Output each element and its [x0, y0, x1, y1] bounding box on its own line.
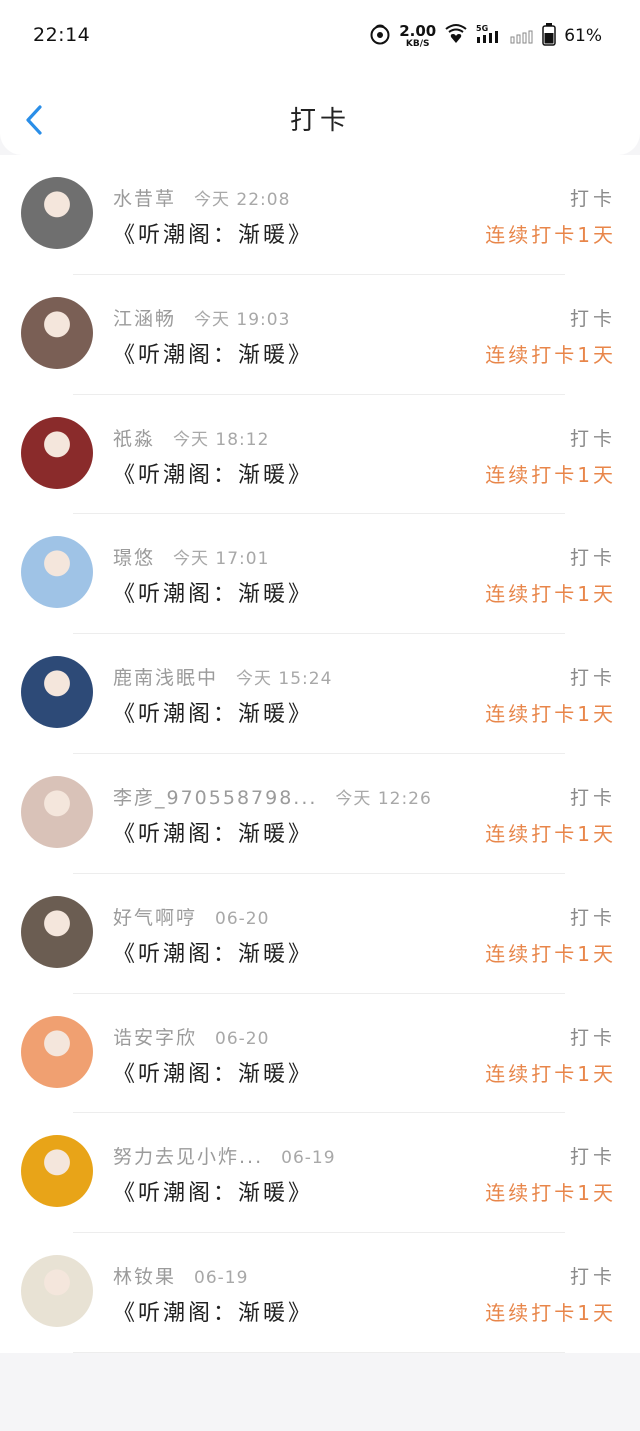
- avatar[interactable]: [21, 1255, 93, 1328]
- checkin-time: 今天 17:01: [173, 549, 270, 570]
- user-name[interactable]: 诰安字欣 06-20: [113, 1023, 269, 1050]
- book-title: 《听潮阁：渐暖》: [113, 1061, 314, 1087]
- user-name-text: 努力去见小炸...: [113, 1146, 264, 1169]
- user-name-text: 好气啊哼: [113, 906, 198, 929]
- status-icons: 2.00 KB/S 5G 61%: [369, 22, 602, 50]
- action-label: 打卡: [569, 1266, 616, 1289]
- book-title: 《听潮阁：渐暖》: [113, 223, 314, 248]
- nav-bar: 打卡: [0, 76, 640, 155]
- avatar[interactable]: [21, 1135, 93, 1208]
- net-speed: 2.00 KB/S: [399, 21, 437, 49]
- user-name[interactable]: 祇淼 今天 18:12: [113, 424, 269, 451]
- checkin-time: 06-19: [281, 1148, 336, 1169]
- list-item[interactable]: 江涵畅 今天 19:03 打卡《听潮阁：渐暖》 连续打卡1天: [0, 275, 640, 395]
- book-title: 《听潮阁：渐暖》: [113, 462, 314, 488]
- list-item[interactable]: 鹿南浅眠中 今天 15:24 打卡《听潮阁：渐暖》 连续打卡1天: [0, 634, 640, 754]
- streak-label: 连续打卡1天: [485, 1181, 616, 1206]
- action-label: 打卡: [569, 188, 616, 210]
- user-name-text: 诰安字欣: [113, 1026, 198, 1049]
- action-label: 打卡: [569, 547, 616, 570]
- action-label: 打卡: [569, 307, 616, 330]
- signal-secondary-icon: [510, 23, 534, 49]
- streak-label: 连续打卡1天: [485, 1301, 616, 1326]
- streak-label: 连续打卡1天: [485, 1061, 616, 1086]
- app-notification-icon: [369, 23, 391, 49]
- user-name[interactable]: 林钕果 06-19: [113, 1262, 248, 1289]
- checkin-list: 水昔草 今天 22:08 打卡 《听潮阁：渐暖》 连续打卡1天 江涵畅 今天 19:03 打卡…: [0, 155, 640, 1353]
- book-title: 《听潮阁：渐暖》: [113, 941, 314, 967]
- status-time: 22:14: [33, 24, 91, 46]
- user-name[interactable]: 璟悠 今天 17:01: [113, 543, 269, 570]
- streak-label: 连续打卡1天: [485, 821, 616, 846]
- divider: [73, 1351, 565, 1353]
- checkin-time: 今天 19:03: [194, 309, 291, 330]
- book-title: 《听潮阁：渐暖》: [113, 702, 314, 728]
- checkin-time: 今天 18:12: [173, 429, 270, 450]
- checkin-time: 06-19: [194, 1268, 249, 1289]
- streak-label: 连续打卡1天: [485, 702, 616, 727]
- user-name[interactable]: 好气啊哼 06-20: [113, 903, 269, 930]
- list-item[interactable]: 努力去见小炸... 06-19 打卡《听潮阁：渐暖》 连续打卡1天: [0, 1113, 640, 1234]
- streak-label: 连续打卡1天: [485, 223, 616, 247]
- checkin-time: 06-20: [215, 908, 270, 929]
- avatar[interactable]: [21, 775, 93, 848]
- network-label: 5G: [476, 24, 488, 33]
- action-label: 打卡: [569, 667, 616, 690]
- user-name-text: 江涵畅: [113, 307, 177, 330]
- avatar[interactable]: [21, 296, 93, 369]
- action-label: 打卡: [569, 786, 616, 809]
- checkin-time: 今天 12:26: [335, 788, 432, 809]
- signal-5g-icon: 5G: [476, 23, 502, 49]
- checkin-time: 今天 22:08: [194, 190, 291, 210]
- user-name-text: 水昔草: [113, 188, 177, 210]
- action-label: 打卡: [569, 427, 616, 450]
- list-item[interactable]: 好气啊哼 06-20 打卡《听潮阁：渐暖》 连续打卡1天: [0, 874, 640, 994]
- status-bar: 22:14 2.00 KB/S 5G 61%: [0, 0, 640, 76]
- list-item[interactable]: 璟悠 今天 17:01 打卡《听潮阁：渐暖》 连续打卡1天: [0, 514, 640, 635]
- avatar[interactable]: [21, 1015, 93, 1088]
- action-label: 打卡: [569, 1026, 616, 1049]
- action-label: 打卡: [569, 906, 616, 929]
- action-label: 打卡: [569, 1146, 616, 1169]
- net-speed-value: 2.00: [399, 21, 437, 40]
- user-name[interactable]: 水昔草 今天 22:08: [113, 184, 290, 211]
- avatar[interactable]: [21, 656, 93, 729]
- checkin-time: 06-20: [215, 1028, 270, 1049]
- net-speed-unit: KB/S: [405, 38, 430, 49]
- book-title: 《听潮阁：渐暖》: [113, 582, 314, 608]
- book-title: 《听潮阁：渐暖》: [113, 821, 314, 847]
- streak-label: 连续打卡1天: [485, 582, 616, 607]
- avatar[interactable]: [21, 177, 93, 249]
- checkin-time: 今天 15:24: [236, 669, 333, 690]
- user-name-text: 璟悠: [113, 547, 156, 570]
- user-name[interactable]: 李彦_970558798... 今天 12:26: [113, 783, 432, 810]
- wifi-heart-icon: [444, 23, 468, 49]
- avatar[interactable]: [21, 536, 93, 609]
- book-title: 《听潮阁：渐暖》: [113, 1181, 314, 1207]
- list-item[interactable]: 李彦_970558798... 今天 12:26 打卡《听潮阁：渐暖》 连续打卡1天: [0, 754, 640, 874]
- user-name-text: 祇淼: [113, 427, 156, 450]
- user-name[interactable]: 努力去见小炸... 06-19: [113, 1142, 336, 1169]
- battery-icon: [542, 22, 556, 50]
- user-name-text: 李彦_970558798...: [113, 786, 318, 809]
- book-title: 《听潮阁：渐暖》: [113, 1301, 314, 1327]
- streak-label: 连续打卡1天: [485, 342, 616, 367]
- battery-percent: 61%: [564, 26, 602, 46]
- avatar[interactable]: [21, 895, 93, 968]
- page: 22:14 2.00 KB/S 5G 61% 打卡 水昔草 今天 22:08 打…: [0, 0, 640, 1431]
- list-item[interactable]: 水昔草 今天 22:08 打卡《听潮阁：渐暖》 连续打卡1天: [0, 155, 640, 275]
- list-item[interactable]: 林钕果 06-19 打卡《听潮阁：渐暖》 连续打卡1天: [0, 1233, 640, 1353]
- user-name[interactable]: 江涵畅 今天 19:03: [113, 304, 290, 331]
- page-title: 打卡: [289, 106, 350, 136]
- user-name[interactable]: 鹿南浅眠中 今天 15:24: [113, 663, 332, 690]
- streak-label: 连续打卡1天: [485, 462, 616, 487]
- header: 22:14 2.00 KB/S 5G 61% 打卡: [0, 0, 640, 155]
- list-item[interactable]: 诰安字欣 06-20 打卡《听潮阁：渐暖》 连续打卡1天: [0, 994, 640, 1114]
- user-name-text: 林钕果: [113, 1266, 177, 1289]
- streak-label: 连续打卡1天: [485, 941, 616, 966]
- user-name-text: 鹿南浅眠中: [113, 667, 219, 690]
- book-title: 《听潮阁：渐暖》: [113, 342, 314, 368]
- list-item[interactable]: 祇淼 今天 18:12 打卡《听潮阁：渐暖》 连续打卡1天: [0, 395, 640, 515]
- avatar[interactable]: [21, 416, 93, 489]
